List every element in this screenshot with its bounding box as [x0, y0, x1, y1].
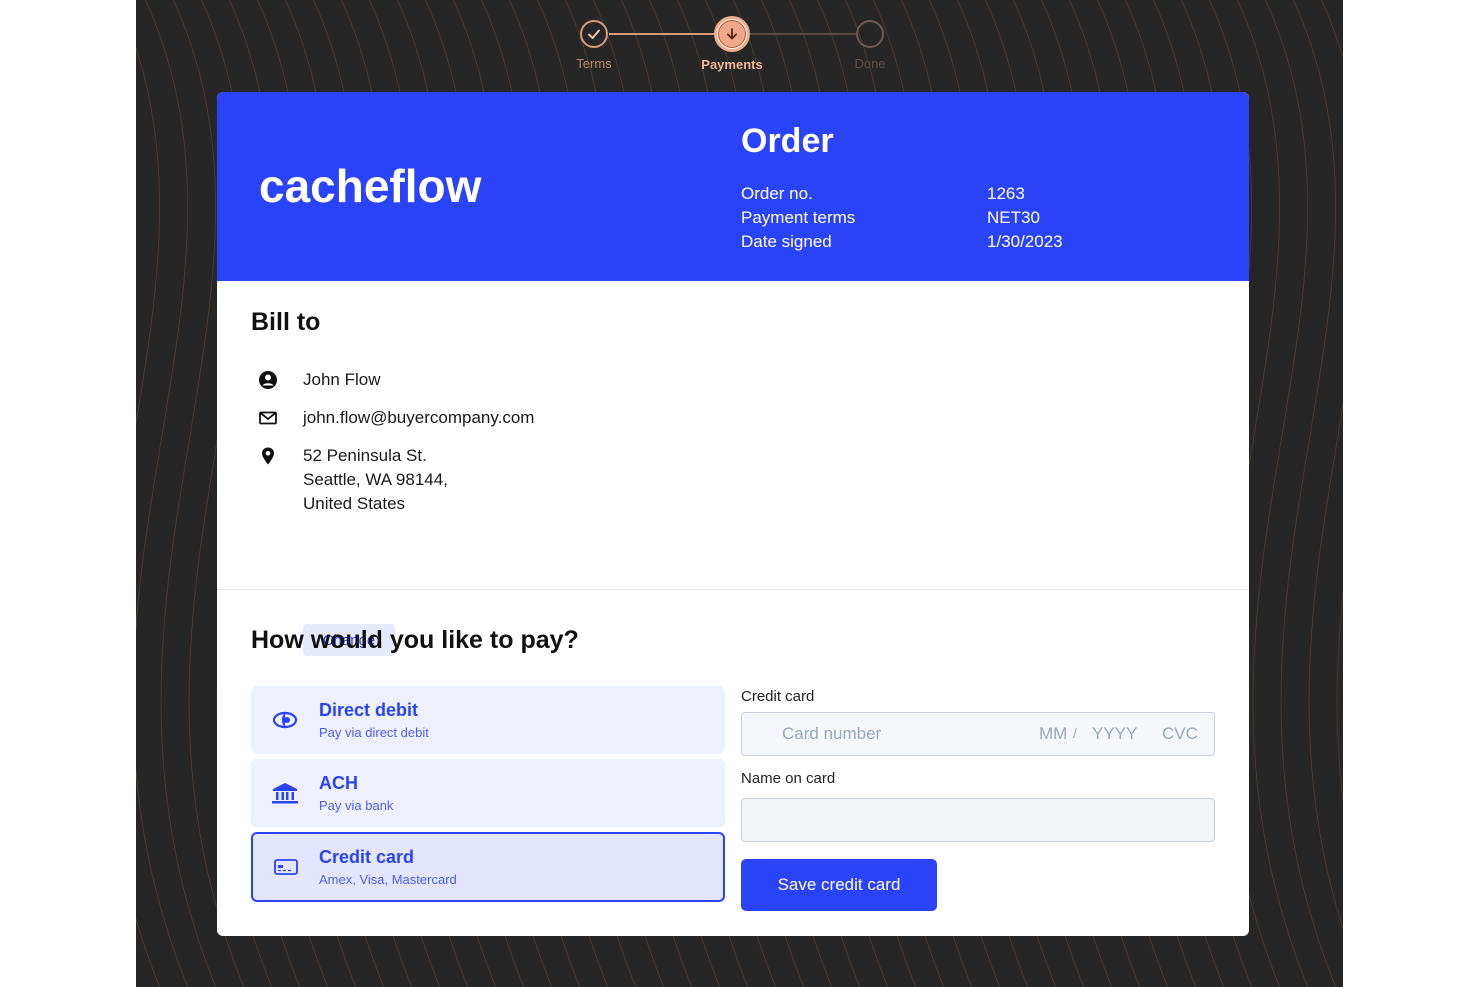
payment-terms-key: Payment terms	[741, 208, 856, 227]
payment-title: How would you like to pay?	[251, 626, 579, 654]
cvc-placeholder[interactable]: CVC	[1162, 724, 1198, 744]
method-name: Credit card	[319, 847, 415, 867]
mail-icon	[251, 406, 303, 430]
expiry-separator: /	[1073, 725, 1077, 741]
step-label-terms: Terms	[576, 56, 612, 71]
order-details: Order no. 1263 Payment terms NET30 Date …	[741, 182, 1161, 254]
credit-card-icon	[253, 857, 319, 877]
method-sub: Amex, Visa, Mastercard	[319, 872, 457, 887]
location-pin-icon	[251, 444, 303, 516]
credit-card-form: Credit card Card number MM / YYYY CVC Na…	[741, 688, 1215, 911]
method-name: Direct debit	[319, 700, 419, 720]
background-line	[136, 0, 140, 987]
step-label-payments: Payments	[701, 57, 763, 72]
order-title: Order	[741, 122, 834, 160]
bill-name-row: John Flow	[251, 368, 380, 392]
background-line	[1252, 0, 1309, 987]
date-signed-value: 1/30/2023	[987, 232, 1063, 251]
section-divider	[217, 589, 1249, 590]
method-name: ACH	[319, 773, 358, 793]
order-row-date: Date signed 1/30/2023	[741, 230, 1161, 254]
svg-text:cacheflow: cacheflow	[259, 160, 482, 212]
check-icon	[580, 20, 608, 48]
cacheflow-logo: cacheflow	[259, 152, 509, 221]
method-direct-debit[interactable]: Direct debit Pay via direct debit	[251, 686, 725, 754]
address-line-1: 52 Peninsula St.	[303, 446, 427, 465]
method-sub: Pay via direct debit	[319, 725, 429, 740]
bill-email: john.flow@buyercompany.com	[303, 408, 535, 427]
credit-card-label: Credit card	[741, 688, 815, 705]
name-on-card-input[interactable]	[741, 798, 1215, 842]
order-header: cacheflow Order Order no. 1263 Payment t…	[217, 92, 1249, 281]
background-line	[1308, 0, 1343, 931]
method-credit-card[interactable]: Credit card Amex, Visa, Mastercard	[251, 832, 725, 902]
order-row-terms: Payment terms NET30	[741, 206, 1161, 230]
bill-name: John Flow	[303, 370, 381, 389]
background-stage: Terms Payments Done cacheflow Order Orde…	[136, 0, 1343, 987]
address-line-3: United States	[303, 494, 406, 513]
order-number-key: Order no.	[741, 184, 813, 203]
expiry-year-placeholder[interactable]: YYYY	[1092, 724, 1137, 744]
method-ach[interactable]: ACH Pay via bank	[251, 759, 725, 827]
date-signed-key: Date signed	[741, 232, 832, 251]
background-line	[1336, 589, 1343, 804]
name-on-card-label: Name on card	[741, 770, 836, 787]
step-done[interactable]: Done	[810, 20, 930, 71]
background-line	[136, 47, 161, 987]
order-card: cacheflow Order Order no. 1263 Payment t…	[217, 92, 1249, 936]
payment-terms-value: NET30	[987, 208, 1040, 227]
save-credit-card-button[interactable]: Save credit card	[741, 859, 937, 911]
step-terms[interactable]: Terms	[534, 20, 654, 71]
order-number-value: 1263	[987, 184, 1025, 203]
direct-debit-icon	[251, 710, 319, 730]
progress-stepper: Terms Payments Done	[136, 0, 1343, 80]
bill-email-row: john.flow@buyercompany.com	[251, 406, 534, 430]
card-details-input[interactable]: Card number MM / YYYY CVC	[741, 712, 1215, 756]
bill-address-row: 52 Peninsula St. Seattle, WA 98144, Unit…	[251, 444, 448, 516]
step-label-done: Done	[854, 56, 886, 71]
bill-address: 52 Peninsula St. Seattle, WA 98144, Unit…	[303, 444, 448, 516]
bill-to-title: Bill to	[251, 308, 321, 336]
method-sub: Pay via bank	[319, 798, 394, 813]
step-circle-pending	[856, 20, 884, 48]
bill-to-section: Bill to John Flow john.flow@buyercompany…	[251, 308, 1211, 656]
expiry-month-placeholder[interactable]: MM	[1039, 724, 1067, 744]
background-line	[136, 0, 189, 987]
step-payments[interactable]: Payments	[672, 16, 792, 72]
background-line	[1280, 0, 1337, 987]
address-line-2: Seattle, WA 98144,	[303, 470, 448, 489]
user-icon	[251, 368, 303, 392]
card-number-placeholder[interactable]: Card number	[782, 724, 881, 744]
order-row-number: Order no. 1263	[741, 182, 1161, 206]
bank-icon	[251, 781, 319, 805]
background-line	[160, 0, 217, 987]
arrow-down-icon	[718, 20, 746, 48]
step-circle-active	[714, 16, 750, 52]
